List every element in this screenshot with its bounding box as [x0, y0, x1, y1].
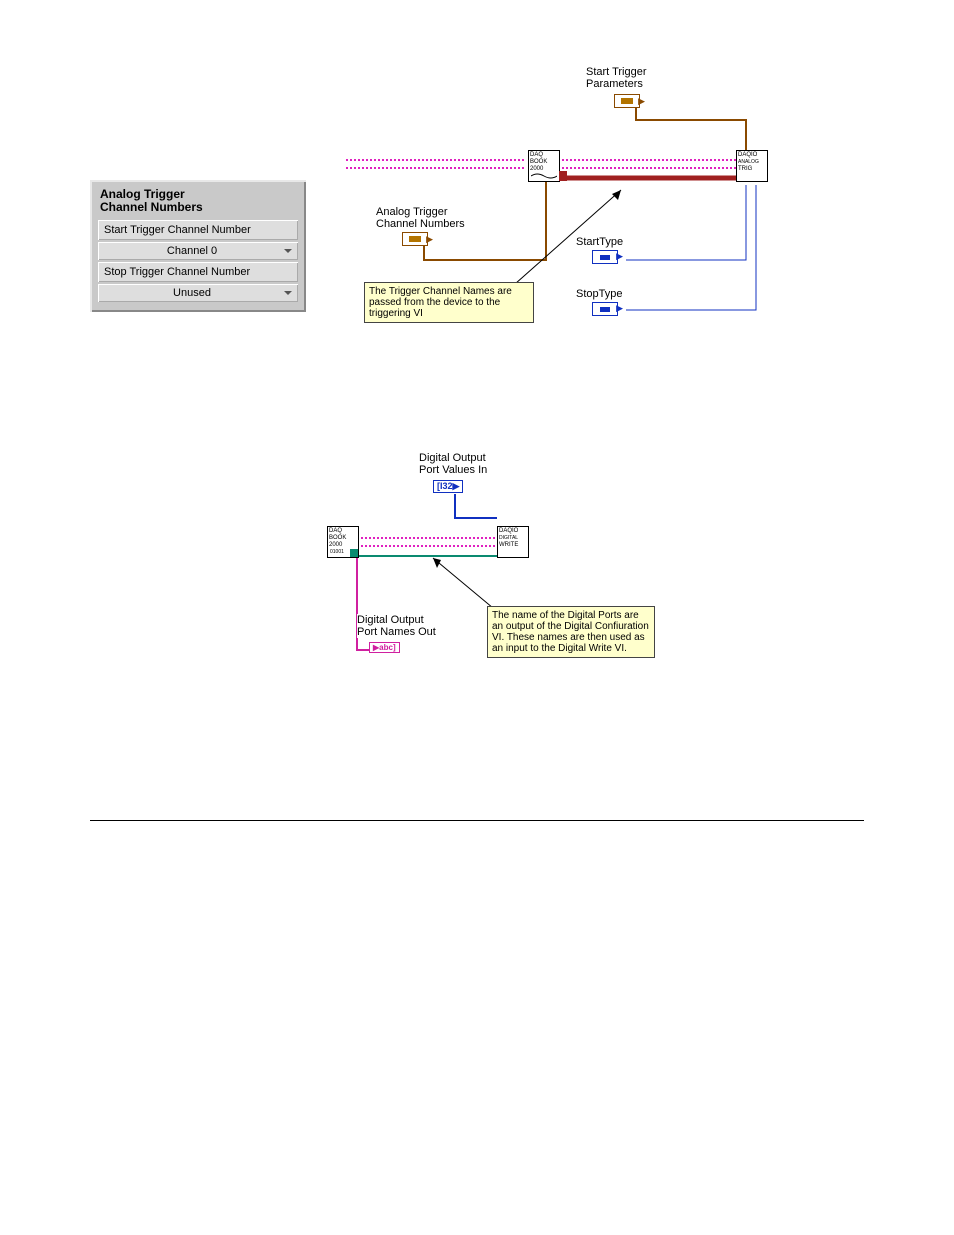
string-array-icon: ▶abc] [369, 642, 400, 653]
stop-trigger-dropdown[interactable]: Unused [98, 284, 298, 302]
start-trigger-dropdown[interactable]: Channel 0 [98, 242, 298, 260]
digital-output-values-label: Digital Output Port Values In [419, 452, 487, 476]
footer-line [90, 820, 864, 821]
trigger-block-diagram: Start Trigger Parameters ▶ DAQ BOOK 2000… [346, 60, 796, 360]
start-trigger-label: Start Trigger Channel Number [98, 220, 298, 240]
stop-trigger-value: Unused [102, 287, 282, 299]
chevron-down-icon [282, 246, 294, 256]
digital-write-block-diagram: Digital Output Port Values In [I32▶ DAQ … [297, 440, 657, 700]
cluster-icon: ▶ [614, 94, 640, 108]
digital-port-names-label: Digital Output Port Names Out [357, 614, 436, 638]
daqbook-digital-vi-icon: DAQ BOOK 2000 01001 [327, 526, 359, 558]
start-trigger-params-label: Start Trigger Parameters [586, 66, 647, 90]
stop-trigger-label: Stop Trigger Channel Number [98, 262, 298, 282]
daqio-analog-trig-vi-icon: DAQIO ANALOG TRIG [736, 150, 768, 182]
panel-title-line1: Analog Trigger [100, 187, 185, 201]
comment-box: The name of the Digital Ports are an out… [487, 606, 655, 658]
cluster-icon: ▶ [402, 232, 428, 246]
starttype-label: StartType [576, 236, 623, 248]
stoptype-label: StopType [576, 288, 622, 300]
panel-title-line2: Channel Numbers [100, 200, 203, 214]
daqio-digital-write-vi-icon: DAQIO DIGITAL WRITE [497, 526, 529, 558]
start-trigger-value: Channel 0 [102, 245, 282, 257]
comment-box: The Trigger Channel Names are passed fro… [364, 282, 534, 323]
enum-icon: ▶ [592, 250, 618, 264]
analog-trigger-channels-label: Analog Trigger Channel Numbers [376, 206, 465, 230]
analog-trigger-panel: Analog Trigger Channel Numbers Start Tri… [90, 180, 306, 312]
panel-title: Analog Trigger Channel Numbers [98, 188, 298, 218]
i32-array-icon: [I32▶ [433, 480, 463, 493]
chevron-down-icon [282, 288, 294, 298]
enum-icon: ▶ [592, 302, 618, 316]
daqbook-vi-icon: DAQ BOOK 2000 [528, 150, 560, 182]
